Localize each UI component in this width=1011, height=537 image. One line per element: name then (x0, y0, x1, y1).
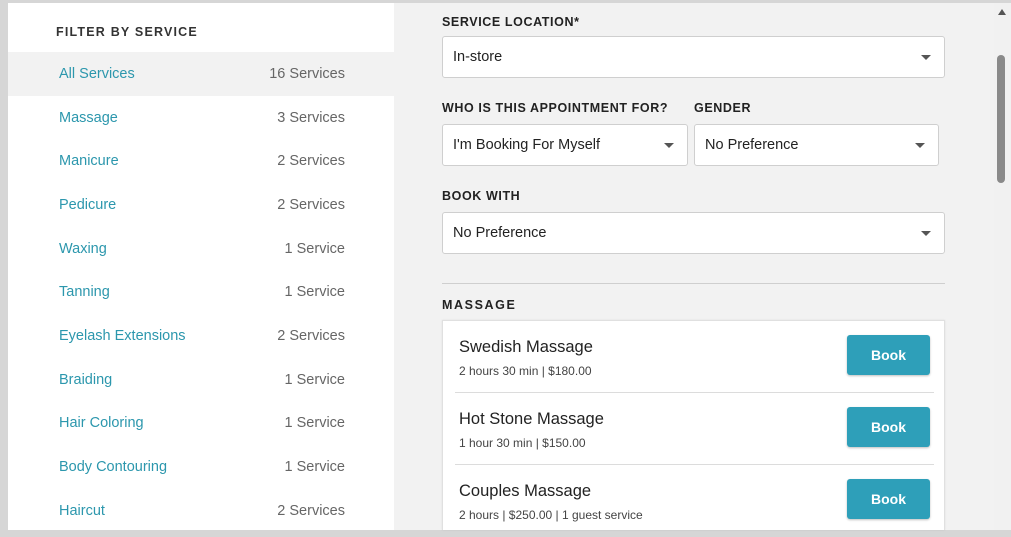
filter-item-label: Hair Coloring (59, 415, 144, 432)
sidebar-title: FILTER BY SERVICE (56, 25, 198, 39)
filter-item-tanning[interactable]: Tanning 1 Service (8, 270, 394, 314)
appointment-for-label: WHO IS THIS APPOINTMENT FOR? (442, 101, 669, 115)
select-value: No Preference (705, 137, 799, 153)
filter-item-haircut[interactable]: Haircut 2 Services (8, 489, 394, 533)
filter-item-count: 16 Services (269, 65, 345, 82)
filter-item-label: Manicure (59, 153, 119, 170)
filter-item-count: 1 Service (284, 284, 345, 301)
book-with-label: BOOK WITH (442, 189, 521, 203)
filter-item-count: 1 Service (284, 415, 345, 432)
gender-select[interactable]: No Preference (694, 124, 939, 166)
filter-item-label: Waxing (59, 240, 107, 257)
filter-item-label: Braiding (59, 371, 113, 388)
filter-item-label: Tanning (59, 284, 110, 301)
caret-down-icon (915, 143, 925, 148)
book-button[interactable]: Book (847, 479, 930, 519)
filter-item-label: Eyelash Extensions (59, 327, 186, 344)
caret-down-icon (921, 55, 931, 60)
filter-item-body-contouring[interactable]: Body Contouring 1 Service (8, 445, 394, 489)
appointment-for-select[interactable]: I'm Booking For Myself (442, 124, 688, 166)
service-row: Couples Massage 2 hours | $250.00 | 1 gu… (455, 465, 934, 537)
filter-item-count: 3 Services (277, 109, 345, 126)
service-filter-sidebar: FILTER BY SERVICE All Services 16 Servic… (8, 3, 394, 530)
service-filter-list: All Services 16 Services Massage 3 Servi… (8, 52, 394, 533)
service-location-select[interactable]: In-store (442, 36, 945, 78)
service-list-card: Swedish Massage 2 hours 30 min | $180.00… (442, 320, 945, 530)
filter-item-pedicure[interactable]: Pedicure 2 Services (8, 183, 394, 227)
filter-item-count: 2 Services (277, 327, 345, 344)
book-with-select[interactable]: No Preference (442, 212, 945, 254)
vertical-scrollbar[interactable] (994, 3, 1011, 530)
filter-item-label: Massage (59, 109, 118, 126)
filter-item-waxing[interactable]: Waxing 1 Service (8, 227, 394, 271)
service-meta: 1 hour 30 min | $150.00 (459, 436, 586, 450)
booking-form-pane: SERVICE LOCATION* In-store WHO IS THIS A… (394, 3, 994, 530)
filter-item-eyelash-extensions[interactable]: Eyelash Extensions 2 Services (8, 314, 394, 358)
filter-item-braiding[interactable]: Braiding 1 Service (8, 358, 394, 402)
section-title: MASSAGE (442, 298, 517, 312)
filter-item-count: 2 Services (277, 196, 345, 213)
section-divider (442, 283, 945, 284)
caret-down-icon (921, 231, 931, 236)
filter-item-count: 1 Service (284, 459, 345, 476)
filter-item-label: Haircut (59, 502, 105, 519)
filter-item-label: Body Contouring (59, 459, 168, 476)
select-value: No Preference (453, 225, 547, 241)
service-row: Swedish Massage 2 hours 30 min | $180.00… (455, 321, 934, 393)
filter-item-all-services[interactable]: All Services 16 Services (8, 52, 394, 96)
select-value: In-store (453, 49, 503, 65)
service-meta: 2 hours | $250.00 | 1 guest service (459, 508, 643, 522)
filter-item-count: 1 Service (284, 371, 345, 388)
filter-item-count: 2 Services (277, 153, 345, 170)
book-button[interactable]: Book (847, 335, 930, 375)
gender-label: GENDER (694, 101, 752, 115)
scroll-up-arrow-icon[interactable] (998, 9, 1006, 15)
booking-frame: FILTER BY SERVICE All Services 16 Servic… (8, 3, 994, 530)
filter-item-massage[interactable]: Massage 3 Services (8, 96, 394, 140)
service-location-label: SERVICE LOCATION* (442, 15, 580, 29)
filter-item-count: 2 Services (277, 502, 345, 519)
service-name: Swedish Massage (459, 338, 593, 356)
service-row: Hot Stone Massage 1 hour 30 min | $150.0… (455, 393, 934, 465)
scrollbar-thumb[interactable] (997, 55, 1005, 183)
service-meta: 2 hours 30 min | $180.00 (459, 364, 592, 378)
filter-item-count: 1 Service (284, 240, 345, 257)
filter-item-hair-coloring[interactable]: Hair Coloring 1 Service (8, 402, 394, 446)
book-button[interactable]: Book (847, 407, 930, 447)
caret-down-icon (664, 143, 674, 148)
filter-item-label: Pedicure (59, 196, 117, 213)
service-name: Hot Stone Massage (459, 410, 604, 428)
filter-item-label: All Services (59, 65, 135, 82)
filter-item-manicure[interactable]: Manicure 2 Services (8, 139, 394, 183)
service-name: Couples Massage (459, 482, 592, 500)
select-value: I'm Booking For Myself (453, 137, 601, 153)
